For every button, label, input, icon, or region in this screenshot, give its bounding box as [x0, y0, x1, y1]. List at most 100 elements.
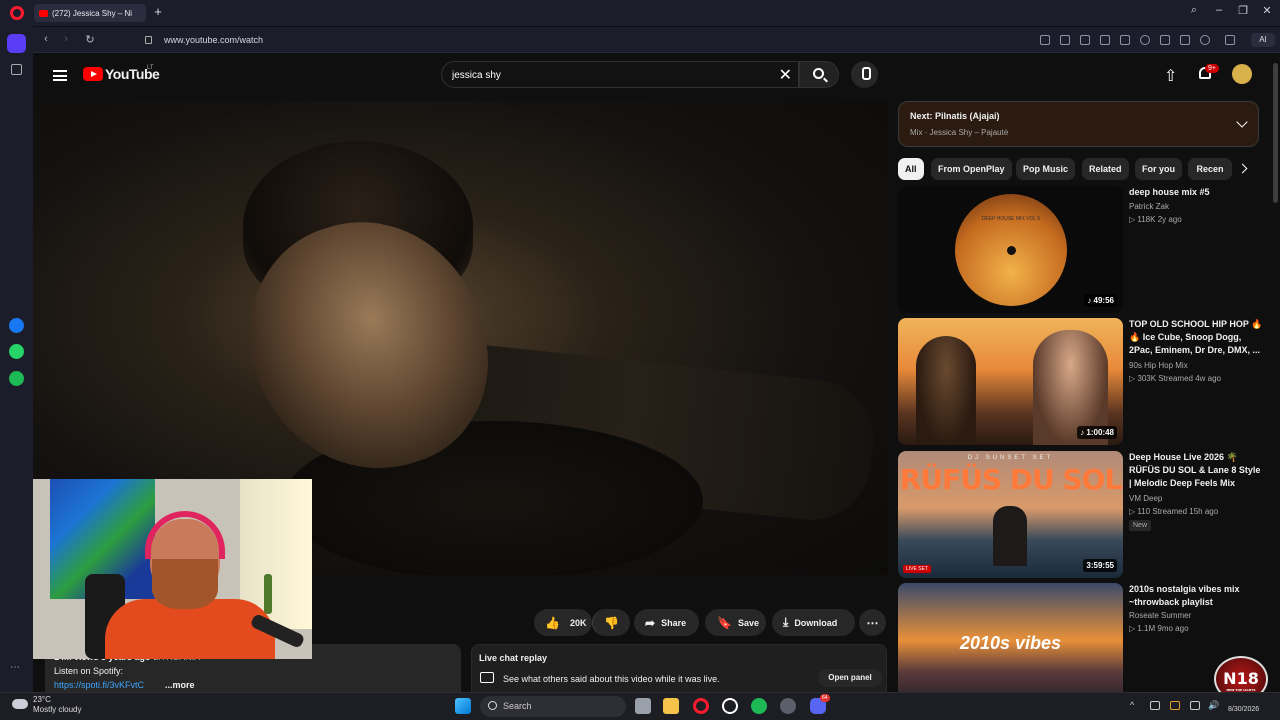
camera-icon[interactable]	[1060, 35, 1070, 45]
account-avatar[interactable]	[1232, 64, 1252, 84]
app-icon[interactable]	[780, 698, 796, 714]
chip-pop-music[interactable]: Pop Music	[1016, 158, 1076, 180]
vpn-icon[interactable]	[1100, 35, 1110, 45]
chip-related[interactable]: Related	[1082, 158, 1129, 180]
video-thumbnail[interactable]: DJ SUNSET SET RÜFÜS DU SOL LIVE SET 3:59…	[898, 451, 1123, 578]
whatsapp-icon[interactable]	[9, 344, 24, 359]
chip-recent[interactable]: Recen	[1188, 158, 1232, 180]
save-button[interactable]: 🔖 Save	[705, 609, 766, 636]
page-scrollbar[interactable]	[1271, 53, 1280, 692]
tray-app-icon[interactable]	[1170, 701, 1180, 710]
like-button[interactable]: 👍 20K	[534, 609, 592, 636]
up-next-subtitle: Mix · Jessica Shy – Pajautė	[910, 128, 1009, 137]
search-input[interactable]	[452, 67, 752, 83]
spotify-taskbar-icon[interactable]	[751, 698, 767, 714]
chevron-right-icon[interactable]	[1237, 163, 1248, 174]
browser-tab-youtube[interactable]: (272) Jessica Shy – Ni	[34, 4, 146, 22]
video-thumbnail[interactable]: 2010s vibes	[898, 583, 1123, 692]
youtube-logo-icon[interactable]	[83, 67, 103, 81]
more-actions-button[interactable]: ⋯	[859, 609, 886, 636]
heart-icon[interactable]	[1140, 35, 1150, 45]
video-title[interactable]: Deep House Live 2026 🌴 RÜFÜS DU SOL & La…	[1129, 451, 1264, 491]
show-more-button[interactable]: ...more	[165, 680, 195, 690]
extensions-icon[interactable]	[1225, 35, 1235, 45]
guide-menu-icon[interactable]	[53, 70, 67, 81]
voice-search-button[interactable]	[851, 61, 878, 88]
new-tab-button[interactable]: +	[152, 5, 164, 19]
download-button[interactable]: ⤓ Download	[772, 609, 855, 636]
clear-search-icon[interactable]: ✕	[779, 65, 792, 85]
tab-search-icon[interactable]: ⌕	[1186, 4, 1202, 17]
taskbar-search[interactable]: Search	[480, 696, 626, 717]
home-icon[interactable]	[7, 34, 26, 53]
menu-lines-icon[interactable]	[1180, 35, 1190, 45]
minimize-button[interactable]: –	[1211, 4, 1227, 16]
opera-menu-icon[interactable]	[10, 6, 24, 20]
discord-badge: 64	[820, 694, 830, 702]
profile-icon[interactable]	[1200, 35, 1210, 45]
scrollbar-thumb[interactable]	[1273, 63, 1278, 203]
weather-cloud-icon[interactable]	[12, 699, 28, 709]
file-explorer-icon[interactable]	[663, 698, 679, 714]
display-icon[interactable]	[1190, 701, 1200, 710]
start-icon[interactable]	[455, 698, 471, 714]
video-title[interactable]: TOP OLD SCHOOL HIP HOP 🔥 🔥 Ice Cube, Sno…	[1129, 318, 1264, 358]
adblock-icon[interactable]	[1080, 35, 1090, 45]
streamer-beard	[152, 559, 218, 609]
pinboard-icon[interactable]	[11, 64, 22, 75]
youtube-favicon-icon	[39, 9, 48, 17]
search-button[interactable]	[799, 61, 839, 88]
weather-widget[interactable]: 23°C Mostly cloudy	[33, 695, 81, 715]
more-dots-icon: ⋯	[866, 615, 879, 630]
share-label: Share	[661, 617, 687, 628]
obs-icon[interactable]	[722, 698, 738, 714]
lock-icon	[145, 36, 152, 44]
video-title[interactable]: 2010s nostalgia vibes mix ~throwback pla…	[1129, 583, 1264, 609]
url-field[interactable]: www.youtube.com/watch	[164, 35, 263, 45]
video-thumbnail[interactable]: DEEP HOUSE MIX VOL 5 ♪ 49:56	[898, 186, 1123, 313]
volume-icon[interactable]: 🔊	[1208, 700, 1219, 711]
network-icon[interactable]	[1150, 701, 1160, 710]
opera-taskbar-icon[interactable]	[693, 698, 709, 714]
snapshot-icon[interactable]	[1040, 35, 1050, 45]
channel-name[interactable]: 90s Hip Hop Mix	[1129, 361, 1188, 370]
channel-name[interactable]: Roseate Summer	[1129, 611, 1191, 620]
forward-button[interactable]: ›	[59, 33, 73, 45]
spotify-link[interactable]: https://spoti.fi/3vKFvtC	[54, 680, 144, 690]
taskbar-date[interactable]: 8/30/2026	[1228, 706, 1259, 713]
close-window-button[interactable]: ✕	[1259, 4, 1275, 17]
downloads-icon[interactable]	[1160, 35, 1170, 45]
video-thumbnail[interactable]: ♪ 1:00:48	[898, 318, 1123, 445]
video-duration: ♪ 49:56	[1084, 294, 1117, 307]
vinyl-center	[1007, 246, 1016, 255]
player-icon[interactable]	[1120, 35, 1130, 45]
open-panel-button[interactable]: Open panel	[818, 669, 882, 687]
back-button[interactable]: ‹	[39, 33, 53, 45]
chat-description: See what others said about this video wh…	[503, 674, 720, 684]
reload-button[interactable]: ↻	[83, 33, 97, 46]
maximize-button[interactable]: ❐	[1235, 4, 1251, 17]
dislike-button[interactable]: 👎	[592, 609, 630, 636]
country-code: LT	[147, 65, 154, 71]
chip-from-openplay[interactable]: From OpenPlay	[931, 158, 1012, 180]
aria-ai-label: AI	[1259, 35, 1267, 44]
search-icon	[488, 701, 497, 710]
create-upload-icon[interactable]: ⇧	[1164, 66, 1177, 86]
notification-count-badge: 9+	[1205, 64, 1219, 73]
spotify-icon[interactable]	[9, 371, 24, 386]
video-title[interactable]: deep house mix #5	[1129, 186, 1264, 199]
messenger-icon[interactable]	[9, 318, 24, 333]
bottle	[264, 574, 272, 614]
chip-for-you[interactable]: For you	[1135, 158, 1182, 180]
share-icon: ➦	[645, 615, 656, 630]
more-options-icon[interactable]: ⋯	[10, 662, 20, 673]
share-button[interactable]: ➦ Share	[634, 609, 699, 636]
chip-all[interactable]: All	[898, 158, 924, 180]
aria-ai-button[interactable]: AI	[1251, 33, 1275, 47]
channel-name[interactable]: Patrick Zak	[1129, 202, 1169, 211]
chevron-down-icon[interactable]	[1236, 116, 1248, 128]
tray-chevron-icon[interactable]: ^	[1130, 700, 1134, 710]
task-view-icon[interactable]	[635, 698, 651, 714]
channel-name[interactable]: VM Deep	[1129, 494, 1162, 503]
up-next-panel[interactable]: Next: Pilnatis (Ajajai) Mix · Jessica Sh…	[898, 101, 1259, 147]
